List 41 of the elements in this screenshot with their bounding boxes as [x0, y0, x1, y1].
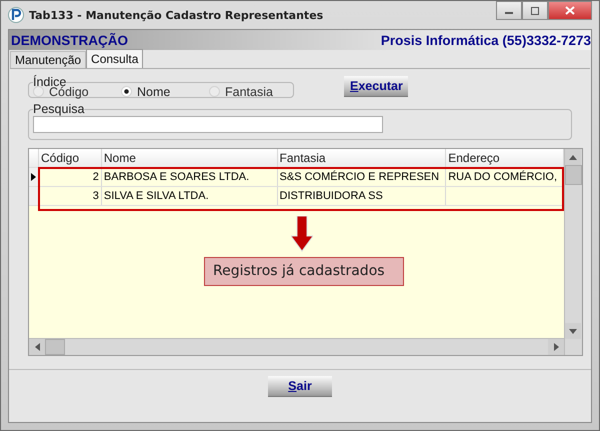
app-logo-icon	[8, 7, 24, 23]
column-header[interactable]: Fantasia	[278, 149, 446, 167]
maximize-icon	[530, 6, 540, 14]
table-cell: S&S COMÉRCIO E REPRESEN	[278, 168, 446, 186]
window-title: Tab133 - Manutenção Cadastro Representantes	[29, 8, 324, 22]
scroll-up-icon[interactable]	[565, 149, 581, 165]
radio-option[interactable]: Fantasia	[209, 84, 289, 98]
table-cell: DISTRIBUIDORA SS	[278, 187, 446, 205]
tab[interactable]: Consulta	[86, 49, 144, 68]
table-cell: 2	[39, 168, 102, 186]
table-cell: 3	[39, 187, 102, 205]
execute-button[interactable]: Executar	[344, 76, 408, 97]
exit-button[interactable]: Sair	[268, 376, 332, 397]
search-field[interactable]	[33, 116, 383, 133]
column-header[interactable]: Código	[39, 149, 102, 167]
scroll-right-icon[interactable]	[548, 339, 564, 355]
table-cell: BARBOSA E SOARES LTDA.	[102, 168, 278, 186]
radio-option[interactable]: Nome	[121, 84, 201, 98]
row-indicator[interactable]	[29, 187, 39, 205]
radio-icon[interactable]	[209, 86, 220, 97]
close-icon	[565, 6, 575, 15]
column-header[interactable]: Nome	[102, 149, 278, 167]
scroll-left-icon[interactable]	[29, 339, 45, 355]
group-legend: Pesquisa	[33, 102, 84, 116]
row-pointer-icon[interactable]	[29, 168, 39, 186]
radio-icon[interactable]	[121, 86, 132, 97]
maximize-button[interactable]	[522, 1, 548, 20]
close-button[interactable]	[548, 1, 592, 20]
scroll-thumb[interactable]	[45, 339, 65, 355]
radio-icon[interactable]	[33, 86, 44, 97]
scroll-down-icon[interactable]	[565, 323, 581, 339]
minimize-button[interactable]	[496, 1, 522, 20]
callout-label: Registros já cadastrados	[204, 257, 404, 286]
scroll-thumb[interactable]	[565, 165, 582, 185]
company-label: DEMONSTRAÇÃO	[11, 32, 128, 48]
table-cell: SILVA E SILVA LTDA.	[102, 187, 278, 205]
horizontal-scrollbar[interactable]	[29, 338, 564, 355]
vertical-scrollbar[interactable]	[564, 149, 582, 355]
tab[interactable]: Manutenção	[10, 51, 86, 68]
contact-label: Prosis Informática (55)3332-7273	[380, 32, 591, 48]
down-arrow-icon	[291, 216, 313, 252]
